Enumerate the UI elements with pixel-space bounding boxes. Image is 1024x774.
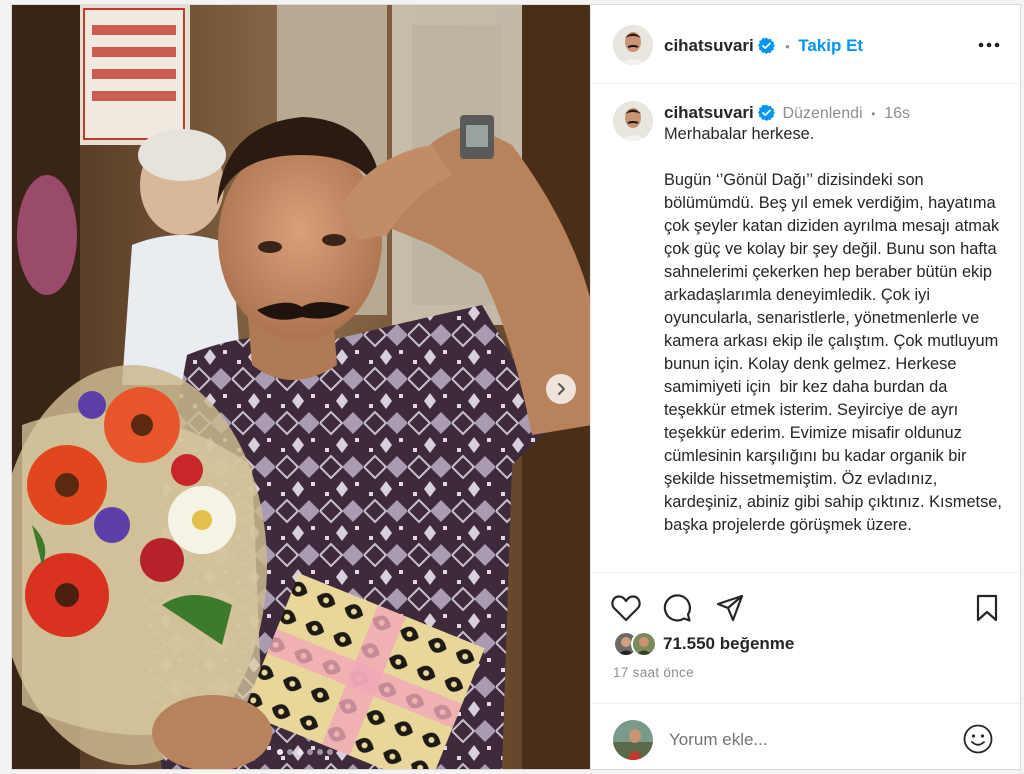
caption-scroll-area[interactable]: cihatsuvari Düzenlendi • 16s Merhabalar … bbox=[591, 85, 1020, 571]
comment-button[interactable] bbox=[662, 593, 692, 628]
carousel-dot bbox=[297, 749, 303, 755]
send-icon bbox=[716, 594, 744, 622]
comment-icon bbox=[663, 594, 691, 622]
likes-count[interactable]: 71.550 beğenme bbox=[663, 634, 794, 654]
comment-input[interactable] bbox=[669, 730, 939, 750]
header-separator: • bbox=[785, 39, 790, 54]
likes-number: 71.550 bbox=[663, 634, 715, 653]
follow-button[interactable]: Takip Et bbox=[798, 36, 863, 55]
verified-badge-icon bbox=[757, 37, 775, 59]
likes-row[interactable]: 71.550 beğenme bbox=[613, 631, 794, 657]
meta-separator: • bbox=[871, 107, 876, 121]
like-button[interactable] bbox=[611, 594, 641, 627]
author-username[interactable]: cihatsuvari bbox=[664, 36, 754, 55]
caption-text: Merhabalar herkese. Bugün ‘’Gönül Dağı’’… bbox=[664, 125, 1002, 534]
chevron-right-icon bbox=[558, 383, 565, 395]
carousel-next-button[interactable] bbox=[546, 374, 576, 404]
carousel-dot bbox=[277, 749, 283, 755]
post-media[interactable] bbox=[12, 5, 590, 769]
carousel-dot bbox=[287, 749, 293, 755]
edited-label: Düzenlendi bbox=[782, 105, 863, 122]
carousel-dot bbox=[327, 749, 333, 755]
more-options-button[interactable] bbox=[977, 35, 1001, 60]
bookmark-icon bbox=[976, 594, 998, 622]
post-side-panel: cihatsuvari • Takip Et cihatsuvari Düzen… bbox=[590, 5, 1020, 769]
carousel-dots bbox=[277, 749, 333, 755]
post-header: cihatsuvari • Takip Et bbox=[591, 5, 1020, 84]
current-user-avatar bbox=[613, 720, 653, 760]
caption-username[interactable]: cihatsuvari bbox=[664, 103, 754, 122]
post-timestamp[interactable]: 17 saat önce bbox=[613, 665, 694, 680]
smiley-icon bbox=[963, 724, 993, 754]
share-button[interactable] bbox=[715, 593, 745, 628]
add-comment-row bbox=[591, 703, 1020, 769]
heart-icon bbox=[611, 595, 641, 622]
liker-avatar bbox=[631, 631, 657, 657]
save-button[interactable] bbox=[974, 594, 1000, 627]
post-actions-section: 71.550 beğenme 17 saat önce bbox=[591, 572, 1020, 769]
caption-author-avatar[interactable] bbox=[613, 101, 653, 141]
carousel-dot bbox=[317, 749, 323, 755]
likes-label: beğenme bbox=[719, 634, 795, 653]
emoji-picker-button[interactable] bbox=[962, 723, 994, 760]
instagram-post-frame: cihatsuvari • Takip Et cihatsuvari Düzen… bbox=[11, 4, 1021, 770]
carousel-dot bbox=[307, 749, 313, 755]
caption-age[interactable]: 16s bbox=[884, 105, 910, 122]
author-avatar[interactable] bbox=[613, 25, 653, 65]
author-line: cihatsuvari • Takip Et bbox=[664, 36, 863, 59]
more-horizontal-icon bbox=[978, 42, 1000, 48]
post-photo bbox=[12, 5, 590, 769]
